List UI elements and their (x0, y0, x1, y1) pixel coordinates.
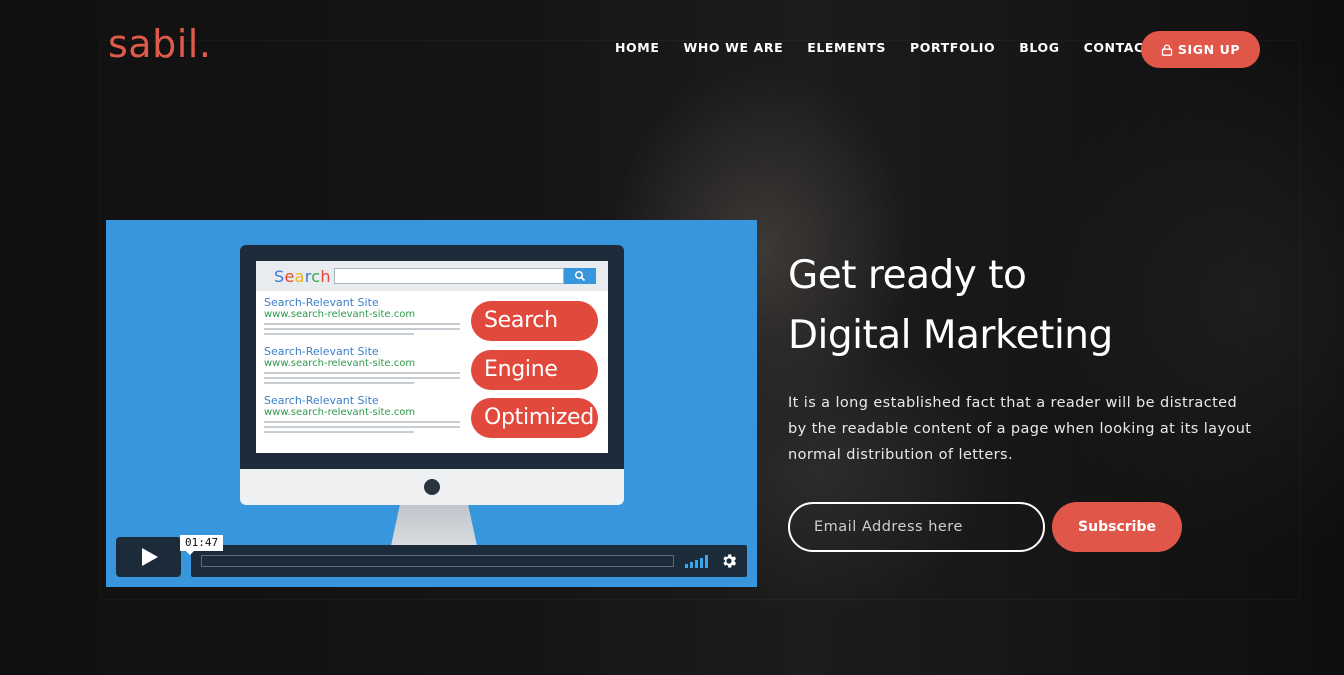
search-icon (564, 268, 596, 284)
video-time-tooltip: 01:47 (180, 535, 224, 555)
video-player[interactable]: Search Search-Relevant Site www.search-r… (106, 220, 757, 587)
lock-icon (1161, 43, 1173, 56)
search-result: Search-Relevant Site www.search-relevant… (264, 395, 464, 436)
gear-icon[interactable] (720, 552, 738, 570)
video-progress-bar[interactable] (201, 555, 674, 567)
search-result: Search-Relevant Site www.search-relevant… (264, 297, 464, 338)
nav-item-portfolio[interactable]: PORTFOLIO (910, 40, 995, 55)
play-icon (141, 548, 158, 566)
nav-item-elements[interactable]: ELEMENTS (807, 40, 886, 55)
seo-pill-engine: Engine (471, 350, 598, 390)
video-control-bar (191, 545, 747, 577)
hero-description: It is a long established fact that a rea… (788, 395, 1252, 463)
seo-pill-search: Search (471, 301, 598, 341)
search-box-illustration (334, 268, 564, 284)
sign-up-button[interactable]: SIGN UP (1141, 31, 1260, 68)
monitor-screen: Search Search-Relevant Site www.search-r… (256, 261, 608, 453)
nav-item-home[interactable]: HOME (615, 40, 659, 55)
volume-icon[interactable] (685, 555, 708, 568)
main-nav: HOME WHO WE ARE ELEMENTS PORTFOLIO BLOG … (615, 40, 1177, 55)
hero-headline: Get ready to Digital Marketing (788, 246, 1208, 366)
site-logo[interactable]: sabil. (108, 22, 211, 66)
nav-item-who-we-are[interactable]: WHO WE ARE (683, 40, 783, 55)
search-wordmark: Search (274, 266, 331, 286)
hero-headline-line2: Digital Marketing (788, 313, 1113, 358)
email-field[interactable] (788, 502, 1045, 552)
nav-item-blog[interactable]: BLOG (1019, 40, 1059, 55)
seo-pill-optimized: Optimized (471, 398, 598, 438)
subscribe-button[interactable]: Subscribe (1052, 502, 1182, 552)
search-bar-illustration: Search (256, 261, 608, 291)
search-result: Search-Relevant Site www.search-relevant… (264, 346, 464, 387)
monitor-illustration: Search Search-Relevant Site www.search-r… (240, 245, 624, 481)
hero-headline-line1: Get ready to (788, 253, 1027, 298)
sign-up-label: SIGN UP (1177, 42, 1241, 57)
play-button[interactable] (116, 537, 181, 577)
monitor-power-dot (424, 479, 440, 495)
